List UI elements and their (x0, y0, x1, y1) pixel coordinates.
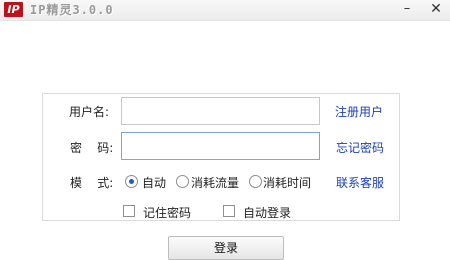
contact-support-link[interactable]: 联系客服 (336, 174, 384, 191)
mode-traffic-radio[interactable] (176, 175, 189, 188)
minimize-button[interactable]: – (393, 0, 421, 20)
username-label: 用户名: (69, 105, 110, 119)
password-label: 密 码: (70, 141, 114, 155)
title-bar: IP IP精灵3.0.0 – ✕ (0, 0, 450, 21)
auto-login-checkbox[interactable] (223, 205, 235, 217)
close-button[interactable]: ✕ (422, 0, 450, 20)
mode-label: 模 式: (70, 176, 114, 190)
auto-login-label: 自动登录 (243, 206, 292, 220)
window-title: IP精灵3.0.0 (30, 3, 114, 17)
app-logo-icon: IP (4, 2, 23, 17)
login-button[interactable]: 登录 (168, 236, 284, 260)
remember-password-label: 记住密码 (143, 206, 192, 220)
password-input[interactable] (121, 132, 320, 160)
username-input[interactable] (121, 97, 320, 125)
forgot-password-link[interactable]: 忘记密码 (336, 139, 384, 156)
mode-time-label: 消耗时间 (263, 176, 312, 190)
remember-password-checkbox[interactable] (123, 205, 135, 217)
mode-auto-label: 自动 (142, 176, 167, 190)
mode-traffic-label: 消耗流量 (191, 176, 240, 190)
register-link[interactable]: 注册用户 (335, 103, 383, 120)
mode-time-radio[interactable] (249, 175, 262, 188)
mode-auto-radio[interactable] (125, 175, 138, 188)
